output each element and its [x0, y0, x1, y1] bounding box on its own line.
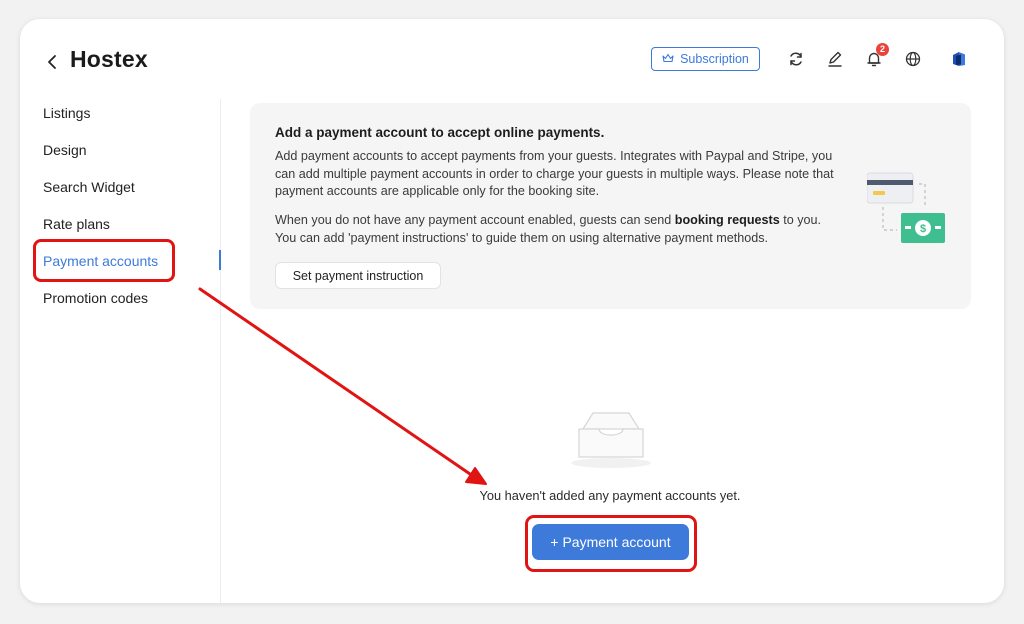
annotation-arrow: [198, 287, 487, 485]
